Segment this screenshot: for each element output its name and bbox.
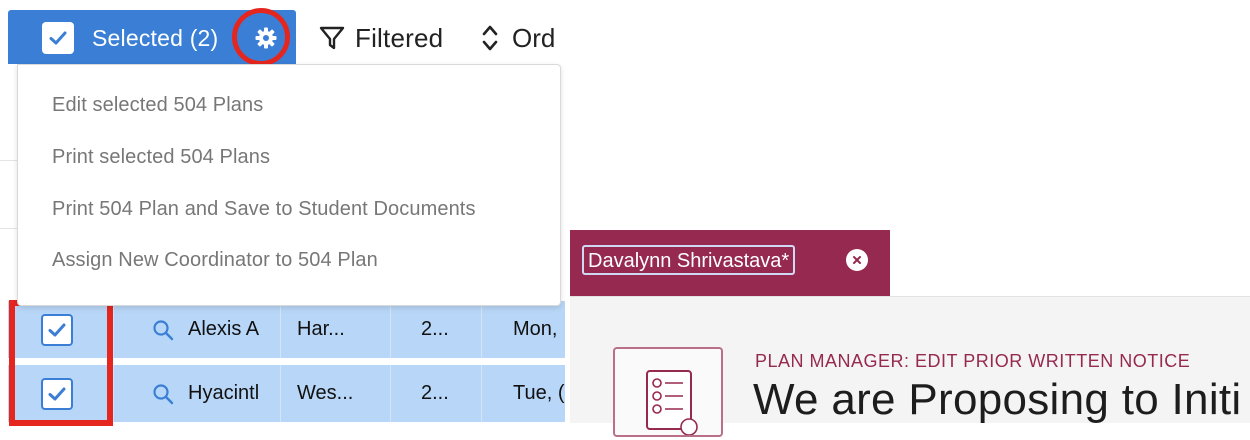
divider xyxy=(0,228,18,229)
bulk-actions-menu: Edit selected 504 Plans Print selected 5… xyxy=(17,64,561,306)
check-icon xyxy=(49,31,67,45)
row-cell: Har... xyxy=(297,318,345,340)
search-icon[interactable] xyxy=(152,319,174,341)
row-name[interactable]: Alexis A xyxy=(188,301,266,358)
menu-item-print-selected[interactable]: Print selected 504 Plans xyxy=(52,137,270,177)
menu-item-assign-coordinator[interactable]: Assign New Coordinator to 504 Plan xyxy=(52,240,378,280)
close-tab-button[interactable] xyxy=(846,249,868,271)
select-all-checkbox[interactable] xyxy=(42,22,74,54)
menu-item-print-and-save[interactable]: Print 504 Plan and Save to Student Docum… xyxy=(52,189,476,229)
filter-icon[interactable] xyxy=(318,24,346,52)
search-icon[interactable] xyxy=(152,383,174,405)
section-label: PLAN MANAGER: EDIT PRIOR WRITTEN NOTICE xyxy=(755,351,1191,371)
row-cell: Mon, xyxy=(513,318,558,340)
row-name[interactable]: Hyacintl xyxy=(188,365,266,422)
filtered-button-label[interactable]: Filtered xyxy=(355,20,443,56)
row-cell: 2... xyxy=(421,382,449,404)
document-checklist-icon xyxy=(613,347,723,437)
page-title: We are Proposing to Initi xyxy=(753,375,1242,424)
table-row[interactable]: Alexis A Har... 2... Mon, xyxy=(8,301,565,358)
check-icon xyxy=(48,387,66,401)
bulk-actions-gear-button[interactable] xyxy=(239,20,293,56)
gear-icon xyxy=(255,27,277,49)
student-tab[interactable]: Davalynn Shrivastava* xyxy=(582,245,796,275)
close-icon xyxy=(853,256,861,264)
row-cell: Tue, ( xyxy=(513,382,565,404)
sort-icon[interactable] xyxy=(480,22,500,54)
menu-item-edit-selected[interactable]: Edit selected 504 Plans xyxy=(52,85,263,125)
divider xyxy=(0,160,18,161)
selected-count-label: Selected (2) xyxy=(92,25,219,51)
row-checkbox[interactable] xyxy=(41,314,73,346)
row-checkbox[interactable] xyxy=(41,378,73,410)
row-cell: 2... xyxy=(421,318,449,340)
table-row[interactable]: Hyacintl Wes... 2... Tue, ( xyxy=(8,365,565,422)
check-icon xyxy=(48,323,66,337)
row-cell: Wes... xyxy=(297,382,354,404)
order-button-label[interactable]: Ord xyxy=(512,20,564,56)
blank-area xyxy=(565,0,1250,230)
